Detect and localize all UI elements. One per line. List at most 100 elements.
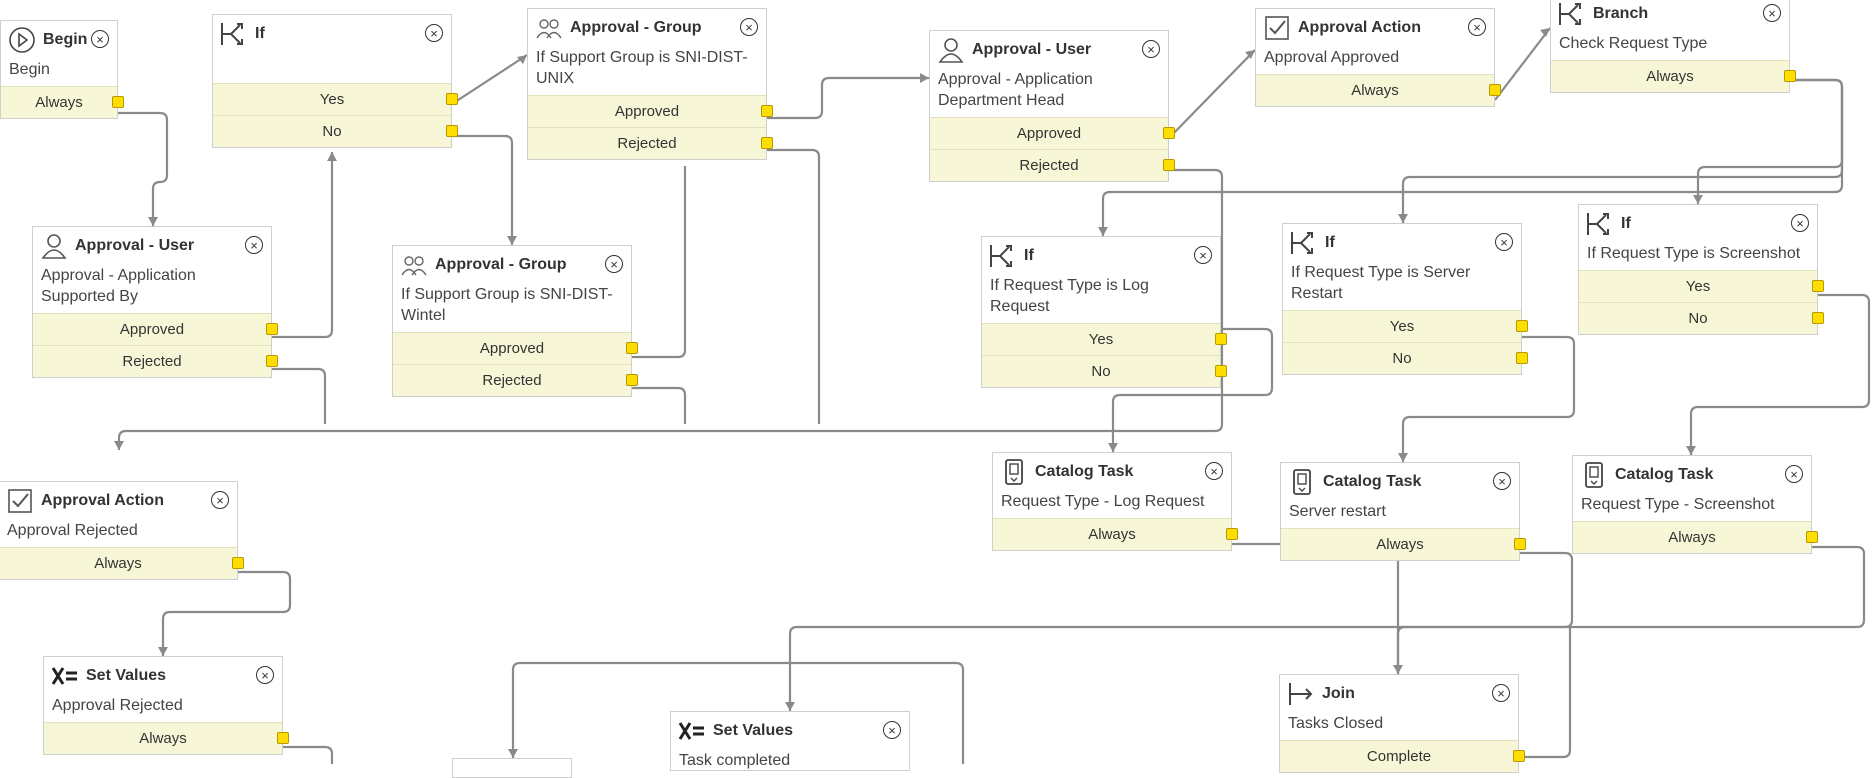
output-port[interactable] — [1806, 531, 1818, 543]
condition-row[interactable]: Always — [993, 518, 1238, 550]
activity-approval-group-unix[interactable]: Approval - Group × If Support Group is SNI… — [527, 8, 773, 160]
activity-header[interactable]: If × — [1579, 205, 1817, 243]
condition-row[interactable]: No — [1283, 342, 1528, 374]
transition-line[interactable] — [161, 570, 292, 656]
output-port[interactable] — [1514, 538, 1526, 550]
close-icon[interactable]: × — [425, 24, 443, 42]
output-port[interactable] — [761, 105, 773, 117]
condition-row[interactable]: Always — [1551, 60, 1796, 92]
close-icon[interactable]: × — [1194, 246, 1212, 264]
activity-header[interactable]: Join × — [1280, 675, 1518, 713]
activity-set-values-task-completed[interactable]: Set Values × Task completed — [670, 711, 910, 771]
condition-row[interactable]: Rejected — [528, 127, 773, 159]
close-icon[interactable]: × — [211, 491, 229, 509]
activity-header[interactable]: Catalog Task × — [1573, 456, 1811, 494]
activity-header[interactable]: If × — [982, 237, 1220, 275]
output-port[interactable] — [626, 374, 638, 386]
output-port[interactable] — [1516, 352, 1528, 364]
activity-header[interactable]: Catalog Task × — [993, 453, 1231, 491]
transition-line[interactable] — [632, 166, 687, 359]
transition-line[interactable] — [451, 54, 528, 105]
activity-header[interactable]: Approval - Group × — [528, 9, 766, 47]
output-port[interactable] — [266, 355, 278, 367]
condition-row[interactable]: Always — [1, 86, 124, 118]
close-icon[interactable]: × — [1785, 465, 1803, 483]
condition-row[interactable]: No — [213, 115, 458, 147]
close-icon[interactable]: × — [245, 236, 263, 254]
condition-row[interactable]: No — [1579, 302, 1824, 334]
activity-header[interactable]: Catalog Task × — [1281, 463, 1519, 501]
activity-header[interactable]: Branch × — [1551, 0, 1789, 33]
condition-row[interactable]: Yes — [1283, 310, 1528, 342]
close-icon[interactable]: × — [91, 30, 109, 48]
transition-line[interactable] — [1519, 627, 1572, 759]
condition-row[interactable]: Complete — [1280, 740, 1525, 772]
activity-join[interactable]: Join × Tasks Closed Complete — [1279, 674, 1525, 773]
condition-row[interactable]: Yes — [213, 83, 458, 115]
activity-branch[interactable]: Branch × Check Request Type Always — [1550, 0, 1796, 93]
activity-if-log-request[interactable]: If × If Request Type is Log Request Yes No — [981, 236, 1227, 388]
transition-line[interactable] — [283, 745, 334, 764]
close-icon[interactable]: × — [1493, 472, 1511, 490]
output-port[interactable] — [446, 93, 458, 105]
activity-set-values-approval-rejected[interactable]: Set Values × Approval Rejected Always — [43, 656, 289, 755]
output-port[interactable] — [1812, 312, 1824, 324]
close-icon[interactable]: × — [1763, 4, 1781, 22]
activity-header[interactable]: Set Values × — [671, 712, 909, 750]
transition-line[interactable] — [1396, 545, 1866, 674]
condition-row[interactable]: Always — [0, 547, 244, 579]
activity-header[interactable]: Approval Action × — [1256, 9, 1494, 47]
output-port[interactable] — [446, 125, 458, 137]
transition-line[interactable] — [767, 76, 929, 120]
transition-line[interactable] — [452, 134, 514, 245]
output-port[interactable] — [1215, 365, 1227, 377]
output-port[interactable] — [1215, 333, 1227, 345]
transition-line[interactable] — [1494, 27, 1551, 101]
condition-row[interactable]: Approved — [528, 95, 773, 127]
close-icon[interactable]: × — [740, 18, 758, 36]
transition-line[interactable] — [272, 152, 334, 339]
condition-row[interactable]: Approved — [33, 313, 278, 345]
condition-row[interactable]: Rejected — [33, 345, 278, 377]
activity-approval-group-wintel[interactable]: Approval - Group × If Support Group is SNI… — [392, 245, 638, 397]
condition-row[interactable]: Always — [1573, 521, 1818, 553]
activity-approval-user-department-head[interactable]: Approval - User × Approval - Application D… — [929, 30, 1175, 182]
output-port[interactable] — [1812, 280, 1824, 292]
activity-header[interactable]: If × — [213, 15, 451, 53]
output-port[interactable] — [266, 323, 278, 335]
condition-row[interactable]: Rejected — [930, 149, 1175, 181]
output-port[interactable] — [232, 557, 244, 569]
output-port[interactable] — [1226, 528, 1238, 540]
output-port[interactable] — [112, 96, 124, 108]
close-icon[interactable]: × — [1492, 684, 1510, 702]
transition-line[interactable] — [1168, 49, 1256, 139]
output-port[interactable] — [1516, 320, 1528, 332]
close-icon[interactable]: × — [256, 666, 274, 684]
activity-header[interactable]: Approval Action × — [0, 482, 237, 520]
output-port[interactable] — [277, 732, 289, 744]
transition-line[interactable] — [272, 367, 327, 424]
activity-begin[interactable]: Begin × Begin Always — [0, 20, 124, 119]
output-port[interactable] — [1513, 750, 1525, 762]
activity-catalog-task-server-restart[interactable]: Catalog Task × Server restart Always — [1280, 462, 1526, 561]
activity-header[interactable]: Approval - Group × — [393, 246, 631, 284]
output-port[interactable] — [1163, 127, 1175, 139]
output-port[interactable] — [1784, 70, 1796, 82]
close-icon[interactable]: × — [605, 255, 623, 273]
output-port[interactable] — [761, 137, 773, 149]
activity-partial[interactable] — [452, 758, 572, 778]
close-icon[interactable]: × — [1205, 462, 1223, 480]
activity-catalog-task-screenshot[interactable]: Catalog Task × Request Type - Screenshot Al… — [1572, 455, 1818, 554]
condition-row[interactable]: Always — [44, 722, 289, 754]
close-icon[interactable]: × — [1495, 233, 1513, 251]
activity-header[interactable]: Approval - User × — [930, 31, 1168, 69]
condition-row[interactable]: Approved — [393, 332, 638, 364]
condition-row[interactable]: Yes — [1579, 270, 1824, 302]
activity-catalog-task-log-request[interactable]: Catalog Task × Request Type - Log Request A… — [992, 452, 1238, 551]
transition-line[interactable] — [767, 148, 821, 424]
activity-approval-action-approved[interactable]: Approval Action × Approval Approved Always — [1255, 8, 1501, 107]
activity-header[interactable]: Begin × — [1, 21, 117, 59]
output-port[interactable] — [1489, 84, 1501, 96]
close-icon[interactable]: × — [1791, 214, 1809, 232]
condition-row[interactable]: Rejected — [393, 364, 638, 396]
